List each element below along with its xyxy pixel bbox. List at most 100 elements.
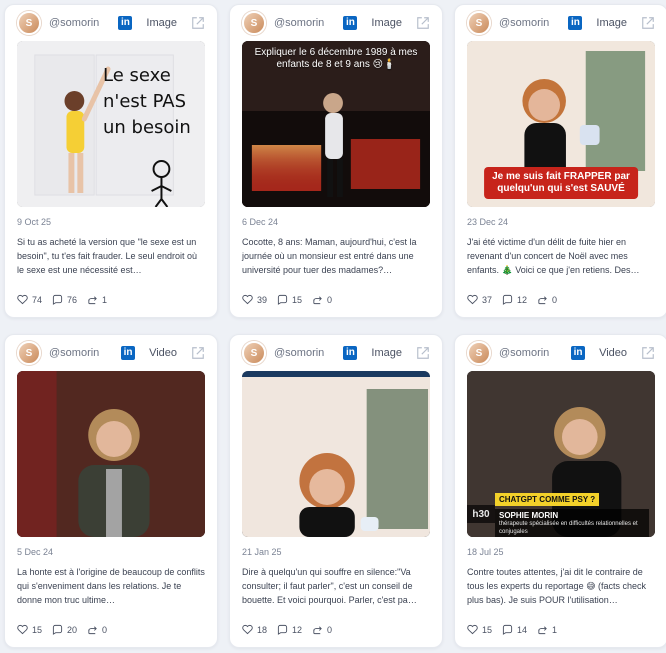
post-card[interactable]: S @somorin in Video h30 CHATGPT COMME PS… [454, 334, 666, 648]
linkedin-icon: in [118, 16, 133, 30]
post-date: 18 Jul 25 [467, 547, 504, 557]
post-media[interactable] [17, 371, 205, 537]
external-link-icon[interactable] [641, 16, 655, 30]
avatar: S [17, 11, 41, 35]
comment-icon [52, 624, 63, 635]
share-icon [312, 294, 323, 305]
heart-icon [17, 294, 28, 305]
post-card[interactable]: S @somorin in Image 21 Jan 25 Dire à que… [229, 334, 443, 648]
post-type-label: Image [146, 17, 177, 29]
post-card[interactable]: S @somorin in Image [4, 4, 218, 318]
comment-icon [52, 294, 63, 305]
comment-icon [502, 624, 513, 635]
likes-stat: 39 [242, 294, 267, 305]
comments-count: 76 [67, 294, 78, 305]
external-link-icon[interactable] [416, 16, 430, 30]
post-stats: 74 76 1 [17, 294, 205, 305]
share-icon [537, 624, 548, 635]
post-media[interactable] [242, 371, 430, 537]
author-handle: @somorin [274, 17, 325, 29]
post-card-header: S @somorin in Video [5, 335, 217, 371]
shares-count: 0 [102, 624, 108, 635]
post-media[interactable]: Je me suis fait FRAPPER par quelqu'un qu… [467, 41, 655, 207]
comments-count: 12 [517, 294, 528, 305]
likes-count: 18 [257, 624, 268, 635]
share-icon [537, 294, 548, 305]
post-image-badge: Je me suis fait FRAPPER par quelqu'un qu… [484, 167, 638, 199]
likes-count: 15 [32, 624, 43, 635]
comment-icon [502, 294, 513, 305]
likes-stat: 15 [17, 624, 42, 635]
post-card-header: S @somorin in Image [230, 5, 442, 41]
comments-stat: 20 [52, 624, 77, 635]
likes-count: 39 [257, 294, 268, 305]
post-stats: 39 15 0 [242, 294, 430, 305]
shares-stat: 0 [312, 624, 332, 635]
avatar: S [467, 341, 491, 365]
comments-stat: 12 [277, 624, 302, 635]
post-card-header: S @somorin in Image [230, 335, 442, 371]
post-image [17, 41, 205, 207]
post-card-header: S @somorin in Video [455, 335, 666, 371]
avatar: S [242, 341, 266, 365]
external-link-icon[interactable] [416, 346, 430, 360]
post-type-label: Image [596, 17, 627, 29]
comments-count: 20 [67, 624, 78, 635]
linkedin-icon: in [343, 346, 358, 360]
external-link-icon[interactable] [191, 16, 205, 30]
shares-count: 0 [327, 294, 333, 305]
post-image [242, 41, 430, 207]
post-stats: 15 20 0 [17, 624, 205, 635]
likes-stat: 15 [467, 624, 492, 635]
post-caption: J'ai été victime d'un délit de fuite hie… [467, 237, 640, 275]
external-link-icon[interactable] [641, 346, 655, 360]
likes-stat: 37 [467, 294, 492, 305]
badge-line: Je me suis fait FRAPPER par [492, 171, 630, 182]
shares-count: 0 [552, 294, 558, 305]
comments-count: 12 [292, 624, 303, 635]
post-media[interactable]: h30 CHATGPT COMME PSY ? SOPHIE MORIN thé… [467, 371, 655, 537]
author-handle: @somorin [49, 347, 100, 359]
comment-icon [277, 294, 288, 305]
post-stats: 15 14 1 [467, 624, 655, 635]
post-card[interactable]: S @somorin in Image [229, 4, 443, 318]
linkedin-icon: in [568, 16, 583, 30]
post-media[interactable]: Expliquer le 6 décembre 1989 à mes enfan… [242, 41, 430, 207]
heart-icon [242, 294, 253, 305]
shares-stat: 1 [537, 624, 557, 635]
share-icon [87, 624, 98, 635]
share-icon [312, 624, 323, 635]
post-caption: Contre toutes attentes, j'ai dit le cont… [467, 567, 646, 605]
badge-line: quelqu'un qui s'est SAUVÉ [497, 183, 625, 194]
external-link-icon[interactable] [191, 346, 205, 360]
post-caption: Cocotte, 8 ans: Maman, aujourd'hui, c'es… [242, 237, 417, 275]
post-card[interactable]: S @somorin in Image Je me suis fait FRAP… [454, 4, 666, 318]
heart-icon [17, 624, 28, 635]
likes-stat: 74 [17, 294, 42, 305]
post-type-label: Video [599, 347, 627, 359]
likes-count: 74 [32, 294, 43, 305]
post-date: 6 Dec 24 [242, 217, 279, 227]
comment-icon [277, 624, 288, 635]
author-handle: @somorin [49, 17, 100, 29]
post-type-label: Image [371, 347, 402, 359]
shares-stat: 0 [87, 624, 107, 635]
shares-stat: 0 [312, 294, 332, 305]
comments-count: 14 [517, 624, 528, 635]
post-caption: Dire à quelqu'un qui souffre en silence:… [242, 567, 417, 605]
linkedin-icon: in [571, 346, 586, 360]
comments-stat: 15 [277, 294, 302, 305]
heart-icon [467, 624, 478, 635]
post-image [242, 371, 430, 537]
author-handle: @somorin [499, 347, 550, 359]
comments-stat: 12 [502, 294, 527, 305]
post-date: 9 Oct 25 [17, 217, 52, 227]
author-handle: @somorin [274, 347, 325, 359]
post-card[interactable]: S @somorin in Video 5 Dec 24 La honte es… [4, 334, 218, 648]
avatar: S [17, 341, 41, 365]
post-card-header: S @somorin in Image [5, 5, 217, 41]
post-type-label: Image [371, 17, 402, 29]
shares-stat: 1 [87, 294, 107, 305]
post-media[interactable]: Le sexe n'est PAS un besoin [17, 41, 205, 207]
linkedin-icon: in [121, 346, 136, 360]
